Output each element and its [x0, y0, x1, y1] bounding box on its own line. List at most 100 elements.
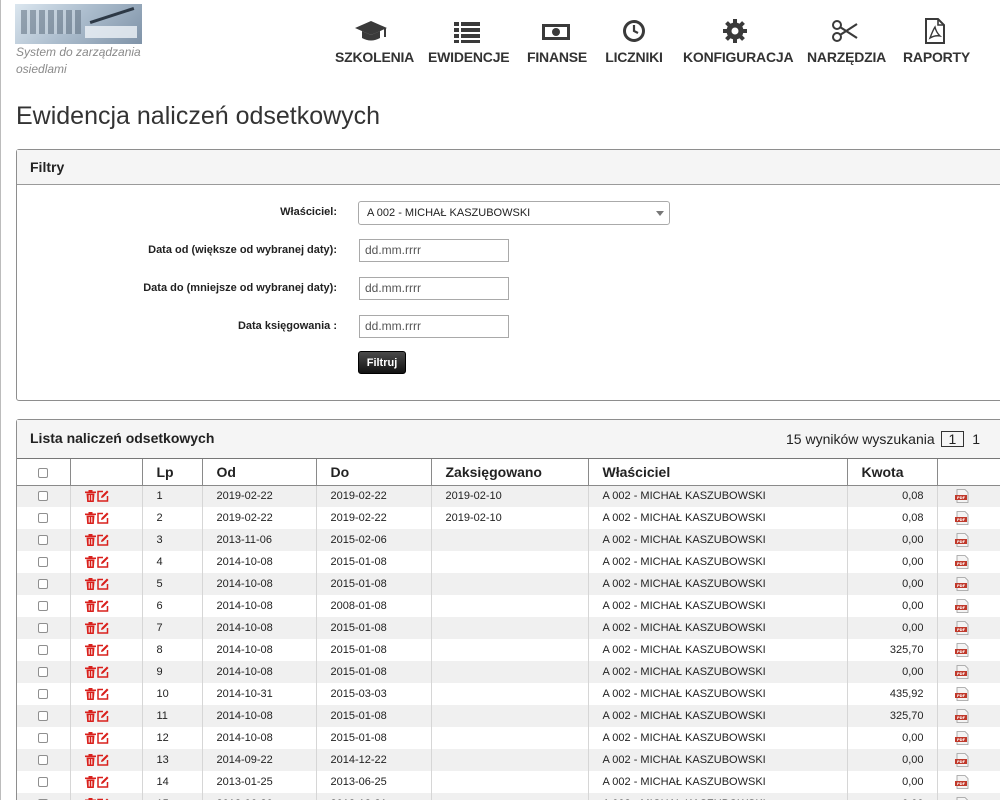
row-checkbox[interactable]: [38, 667, 49, 678]
edit-icon[interactable]: [96, 600, 109, 612]
pdf-file-icon: [925, 18, 945, 44]
table-row[interactable]: 12 2014-10-08 2015-01-08 A 002 - MICHAŁ KAS…: [17, 727, 1000, 749]
delete-icon[interactable]: [84, 776, 96, 789]
table-row[interactable]: 13 2014-09-22 2014-12-22 A 002 - MICHAŁ KAS…: [17, 749, 1000, 771]
edit-icon[interactable]: [96, 754, 109, 766]
table-row[interactable]: 8 2014-10-08 2015-01-08 A 002 - MICHAŁ KASZ…: [17, 639, 1000, 661]
delete-icon[interactable]: [84, 512, 96, 525]
edit-icon[interactable]: [96, 512, 109, 524]
nav-item-ewidencje[interactable]: EWIDENCJE: [428, 18, 510, 70]
edit-icon[interactable]: [96, 666, 109, 678]
edit-icon[interactable]: [96, 644, 109, 656]
delete-icon[interactable]: [84, 688, 96, 701]
pdf-icon[interactable]: PDF: [954, 511, 970, 525]
table-row[interactable]: 10 2014-10-31 2015-03-03 A 002 - MICHAŁ KAS…: [17, 683, 1000, 705]
edit-icon[interactable]: [96, 490, 109, 503]
pdf-icon[interactable]: PDF: [954, 709, 970, 723]
pdf-icon[interactable]: PDF: [954, 665, 970, 679]
clock-icon: [623, 20, 645, 42]
row-checkbox[interactable]: [38, 689, 49, 700]
results-info: 15 wyników wyszukania 1 1: [786, 431, 980, 447]
pdf-icon[interactable]: PDF: [954, 643, 970, 657]
row-checkbox[interactable]: [38, 535, 49, 546]
delete-icon[interactable]: [84, 600, 96, 613]
nav-item-finanse[interactable]: FINANSE: [527, 18, 587, 70]
pdf-icon[interactable]: PDF: [954, 731, 970, 745]
col-kwota-header[interactable]: Kwota: [846, 459, 937, 486]
row-checkbox[interactable]: [38, 513, 49, 524]
page-number-input[interactable]: 1: [940, 431, 965, 447]
pdf-icon[interactable]: PDF: [954, 753, 970, 767]
owner-select[interactable]: A 002 - MICHAŁ KASZUBOWSKI: [358, 201, 670, 225]
booking-date-label: Data księgowania :: [237, 320, 337, 332]
row-checkbox[interactable]: [38, 645, 49, 656]
col-lp-header[interactable]: Lp: [141, 459, 202, 486]
col-zaksiegowano-header[interactable]: Zaksięgowano: [430, 459, 588, 486]
row-checkbox[interactable]: [38, 711, 49, 722]
table-row[interactable]: 1 2019-02-22 2019-02-22 2019-02-10 A 002 - M…: [17, 485, 1000, 507]
table-row[interactable]: 9 2014-10-08 2015-01-08 A 002 - MICHAŁ KASZ…: [17, 661, 1000, 683]
table-row[interactable]: 2 2019-02-22 2019-02-22 2019-02-10 A 002 - M…: [17, 507, 1000, 529]
row-checkbox[interactable]: [38, 623, 49, 634]
table-row[interactable]: 152012-06-302012-12-31 A 002 - MICHAŁ KAS…: [17, 793, 1000, 800]
row-checkbox[interactable]: [38, 733, 49, 744]
col-wlasciciel-header[interactable]: Właściciel: [587, 459, 847, 486]
delete-icon[interactable]: [84, 644, 96, 657]
pdf-icon[interactable]: PDF: [954, 599, 970, 613]
table-row[interactable]: 7 2014-10-08 2015-01-08 A 002 - MICHAŁ KASZ…: [17, 617, 1000, 639]
pdf-icon[interactable]: PDF: [954, 775, 970, 789]
booking-date-input[interactable]: dd.mm.rrrr: [359, 315, 509, 338]
row-checkbox[interactable]: [38, 491, 49, 502]
delete-icon[interactable]: [84, 490, 96, 503]
filter-button[interactable]: Filtruj: [358, 351, 406, 374]
delete-icon[interactable]: [84, 556, 96, 569]
row-checkbox[interactable]: [38, 777, 49, 788]
nav-item-narzedzia[interactable]: NARZĘDZIA: [807, 18, 886, 70]
date-to-input[interactable]: dd.mm.rrrr: [359, 277, 509, 300]
edit-icon[interactable]: [96, 578, 109, 590]
pdf-icon[interactable]: PDF: [954, 687, 970, 701]
cell-lp: 2: [141, 507, 202, 529]
delete-icon[interactable]: [84, 534, 96, 547]
pdf-icon[interactable]: PDF: [954, 489, 970, 504]
nav-item-raporty[interactable]: RAPORTY: [903, 18, 970, 70]
nav-item-liczniki[interactable]: LICZNIKI: [605, 18, 663, 70]
col-od-header[interactable]: Od: [201, 459, 316, 486]
delete-icon[interactable]: [84, 754, 96, 767]
delete-icon[interactable]: [84, 732, 96, 745]
pdf-icon[interactable]: PDF: [954, 577, 970, 591]
delete-icon[interactable]: [84, 578, 96, 591]
edit-icon[interactable]: [96, 710, 109, 722]
table-row[interactable]: 4 2014-10-08 2015-01-08 A 002 - MICHAŁ KASZ…: [17, 551, 1000, 573]
nav-item-szkolenia[interactable]: SZKOLENIA: [335, 18, 414, 70]
edit-icon[interactable]: [96, 688, 109, 700]
edit-icon[interactable]: [96, 556, 109, 568]
row-checkbox[interactable]: [38, 601, 49, 612]
table-row[interactable]: 3 2013-11-06 2015-02-06 A 002 - MICHAŁ KASZ…: [17, 529, 1000, 551]
col-do-header[interactable]: Do: [315, 459, 431, 486]
table-row[interactable]: 11 2014-10-08 2015-01-08 A 002 - MICHAŁ KAS…: [17, 705, 1000, 727]
svg-text:PDF: PDF: [956, 694, 965, 698]
pdf-icon[interactable]: PDF: [954, 555, 970, 569]
edit-icon[interactable]: [96, 732, 109, 744]
row-checkbox[interactable]: [38, 579, 49, 590]
pdf-icon[interactable]: PDF: [954, 621, 970, 635]
row-checkbox[interactable]: [38, 755, 49, 766]
row-checkbox[interactable]: [38, 557, 49, 568]
delete-icon[interactable]: [84, 666, 96, 679]
edit-icon[interactable]: [96, 776, 109, 788]
nav-item-konfiguracja[interactable]: KONFIGURACJA: [683, 18, 794, 70]
delete-icon[interactable]: [84, 710, 96, 723]
pdf-icon[interactable]: PDF: [954, 533, 970, 547]
edit-icon[interactable]: [96, 534, 109, 546]
delete-icon[interactable]: [84, 622, 96, 635]
table-row[interactable]: 14 2013-01-25 2013-06-25 A 002 - MICHAŁ KAS…: [17, 771, 1000, 793]
edit-icon[interactable]: [96, 622, 109, 634]
svg-text:PDF: PDF: [956, 540, 965, 544]
table-row[interactable]: 5 2014-10-08 2015-01-08 A 002 - MICHAŁ KASZ…: [17, 573, 1000, 595]
date-from-input[interactable]: dd.mm.rrrr: [359, 239, 509, 262]
table-row[interactable]: 6 2014-10-08 2008-01-08 A 002 - MICHAŁ KASZ…: [17, 595, 1000, 617]
gear-icon: [723, 19, 747, 43]
select-all-checkbox[interactable]: [38, 468, 49, 479]
row-actions: [69, 595, 142, 617]
